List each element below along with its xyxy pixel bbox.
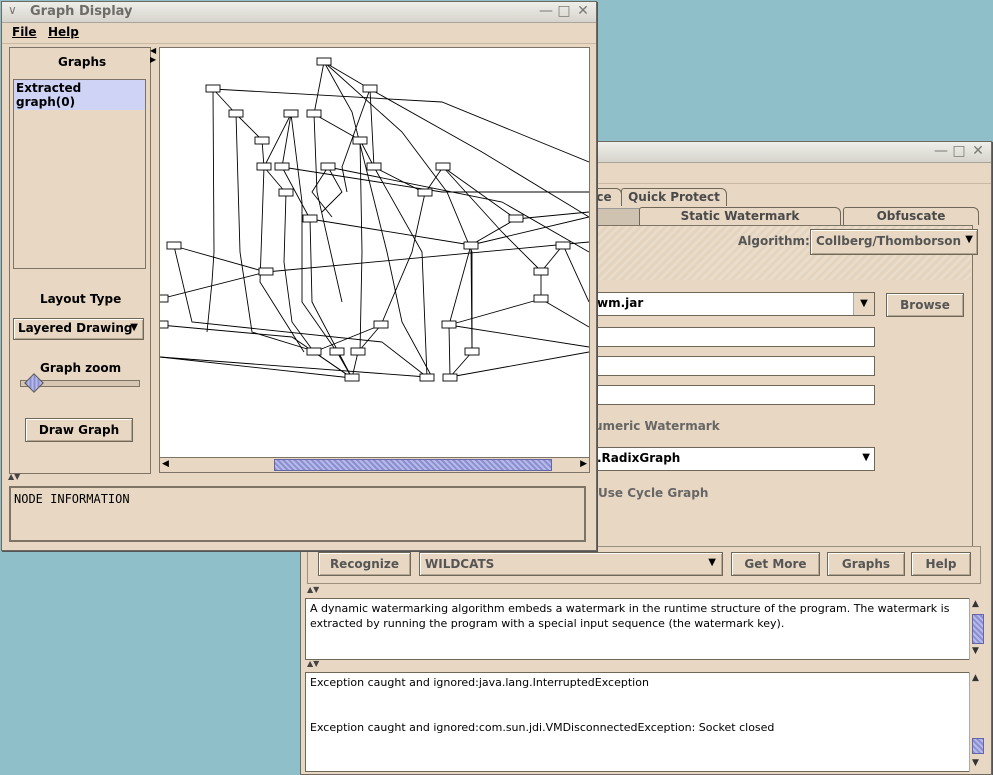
graph-drawing: [160, 57, 589, 382]
graphs-header: Graphs: [58, 55, 107, 69]
scroll-up-icon[interactable]: ▲: [972, 599, 979, 609]
maximize-icon[interactable]: □: [951, 144, 967, 159]
graph-zoom-slider[interactable]: [20, 373, 140, 393]
use-cycle-graph-label[interactable]: Use Cycle Graph: [598, 486, 708, 500]
draw-graph-button[interactable]: Draw Graph: [25, 418, 133, 442]
tab-quick-protect-label: Quick Protect: [628, 190, 720, 204]
jar-file-value: wm.jar: [597, 296, 644, 310]
get-more-button[interactable]: Get More: [731, 552, 820, 576]
scroll-thumb[interactable]: [274, 459, 552, 471]
tab-obfuscate-label: Obfuscate: [876, 209, 946, 223]
get-more-button-label: Get More: [744, 557, 807, 571]
tab-partial-label: ce: [596, 190, 612, 204]
splitter-arrows-icon[interactable]: ▲▼: [8, 472, 20, 481]
graph-class-combo[interactable]: .RadixGraph ▼: [596, 447, 875, 471]
minimize-icon[interactable]: —: [933, 144, 949, 159]
watermark-combo-value: WILDCATS: [425, 557, 495, 571]
log-line-2: Exception caught and ignored:com.sun.jdi…: [310, 721, 775, 734]
scroll-down-icon[interactable]: ▼: [972, 758, 979, 768]
graph-zoom-label: Graph zoom: [40, 361, 122, 375]
dropdown-arrow-icon: ▼: [708, 557, 716, 568]
jar-file-combo[interactable]: wm.jar ▼: [596, 292, 875, 316]
description-scrollbar[interactable]: ▲ ▼: [969, 598, 984, 660]
tab-quick-protect[interactable]: Quick Protect: [621, 188, 727, 206]
node-info-area[interactable]: NODE INFORMATION: [9, 486, 586, 542]
browse-button[interactable]: Browse: [886, 293, 964, 317]
log-area[interactable]: Exception caught and ignored:java.lang.I…: [305, 672, 970, 772]
description-text: A dynamic watermarking algorithm embeds …: [310, 602, 950, 630]
graph-menubar: File Help: [2, 23, 596, 44]
menu-file[interactable]: File: [12, 25, 37, 39]
maximize-icon[interactable]: □: [556, 4, 572, 19]
tab-static-watermark-label: Static Watermark: [680, 209, 800, 223]
algorithm-select-value: Collberg/Thomborson: [816, 234, 962, 248]
menu-help[interactable]: Help: [48, 25, 79, 39]
tab-static-watermark[interactable]: Static Watermark: [639, 207, 841, 225]
graphs-button-label: Graphs: [841, 557, 891, 571]
help-button[interactable]: Help: [911, 552, 971, 576]
draw-graph-button-label: Draw Graph: [38, 423, 120, 437]
layout-type-select[interactable]: Layered Drawing ▼: [13, 318, 144, 340]
help-button-label: Help: [925, 557, 957, 571]
description-area[interactable]: A dynamic watermarking algorithm embeds …: [305, 598, 970, 660]
close-icon[interactable]: ✕: [970, 144, 986, 159]
browse-button-label: Browse: [900, 298, 950, 312]
algorithm-select[interactable]: Collberg/Thomborson ▼: [810, 229, 978, 255]
scroll-right-icon[interactable]: ▶: [580, 459, 587, 469]
scroll-down-icon[interactable]: ▼: [972, 646, 979, 656]
numeric-watermark-label[interactable]: umeric Watermark: [594, 419, 720, 433]
graph-canvas[interactable]: [159, 47, 590, 458]
scroll-thumb[interactable]: [972, 614, 984, 644]
recognize-button[interactable]: Recognize: [318, 552, 411, 576]
graph-hscrollbar[interactable]: ◀ ▶: [159, 457, 590, 473]
vertical-splitter[interactable]: ◀ ▶: [150, 44, 158, 474]
splitter-1[interactable]: ▲▼: [303, 585, 987, 596]
text-field-1[interactable]: [596, 327, 875, 347]
node-info-text: NODE INFORMATION: [14, 492, 130, 506]
graphs-button[interactable]: Graphs: [827, 552, 905, 576]
graphs-list[interactable]: Extracted graph(0): [13, 79, 146, 269]
text-field-2[interactable]: [596, 356, 875, 376]
watermark-combo[interactable]: WILDCATS ▼: [419, 552, 723, 576]
splitter-arrows-icon[interactable]: ▲▼: [307, 659, 319, 668]
dropdown-arrow-icon[interactable]: ▼: [853, 293, 874, 315]
scroll-up-icon[interactable]: ▲: [972, 673, 979, 683]
dropdown-arrow-icon: ▼: [862, 452, 870, 463]
dropdown-arrow-icon: ▼: [130, 322, 138, 333]
graph-window-titlebar[interactable]: ∨ Graph Display — □ ✕: [2, 2, 596, 23]
dropdown-arrow-icon: ▼: [965, 234, 973, 245]
scroll-thumb[interactable]: [972, 738, 984, 754]
minimize-icon[interactable]: —: [538, 4, 554, 19]
graph-display-window: ∨ Graph Display — □ ✕ File Help Graphs E…: [1, 1, 597, 551]
layout-type-value: Layered Drawing: [18, 321, 133, 335]
tab-obfuscate[interactable]: Obfuscate: [843, 207, 979, 225]
layout-type-label: Layout Type: [40, 292, 122, 306]
log-line-1: Exception caught and ignored:java.lang.I…: [310, 676, 649, 689]
text-field-3[interactable]: [596, 385, 875, 405]
window-title: Graph Display: [30, 4, 133, 19]
splitter-2[interactable]: ▲▼: [303, 659, 987, 670]
node-info-splitter[interactable]: ▲▼: [4, 472, 592, 483]
splitter-arrows-icon[interactable]: ▲▼: [307, 585, 319, 594]
window-menu-icon[interactable]: ∨: [8, 3, 17, 17]
close-icon[interactable]: ✕: [575, 4, 591, 19]
scroll-left-icon[interactable]: ◀: [162, 459, 169, 469]
recognize-button-label: Recognize: [329, 557, 400, 571]
splitter-arrows-icon[interactable]: ◀ ▶: [150, 46, 156, 64]
log-scrollbar[interactable]: ▲ ▼: [969, 672, 984, 772]
graphs-list-item[interactable]: Extracted graph(0): [14, 80, 145, 110]
graph-class-value: .RadixGraph: [597, 451, 681, 465]
algorithm-label: Algorithm:: [738, 234, 810, 248]
